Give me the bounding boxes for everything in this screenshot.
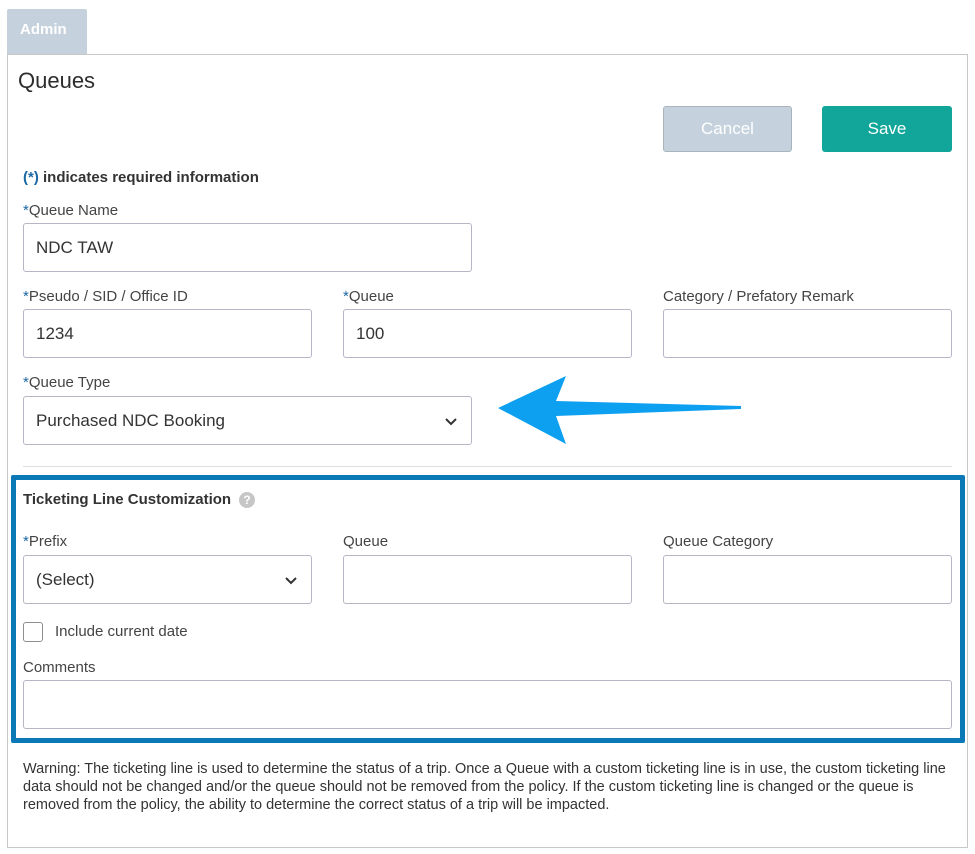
- prefix-label: *Prefix: [23, 533, 67, 550]
- ticketing-queue-label: Queue: [343, 533, 389, 550]
- tab-admin[interactable]: Admin: [7, 9, 87, 55]
- ticketing-section-title: Ticketing Line Customization ?: [23, 491, 256, 508]
- queue-label: *Queue: [343, 288, 394, 305]
- ticketing-queue-input[interactable]: [343, 555, 632, 604]
- prefix-value: (Select): [36, 569, 95, 589]
- chevron-down-icon: [445, 417, 457, 425]
- category-label: Category / Prefatory Remark: [663, 288, 854, 305]
- queue-name-input[interactable]: [23, 223, 472, 272]
- queue-name-label: *Queue Name: [23, 202, 118, 219]
- include-date-checkbox[interactable]: [23, 622, 43, 642]
- save-button[interactable]: Save: [822, 106, 952, 152]
- page-title: Queues: [18, 68, 96, 93]
- pseudo-label-text: Pseudo / SID / Office ID: [28, 288, 188, 305]
- prefix-select[interactable]: (Select): [23, 555, 312, 604]
- queue-label-text: Queue: [348, 288, 394, 305]
- required-note-text: indicates required information: [38, 169, 259, 186]
- comments-label: Comments: [23, 659, 96, 676]
- queue-name-label-text: Queue Name: [28, 202, 119, 219]
- arrow-annotation-icon: [498, 376, 741, 444]
- comments-input[interactable]: [23, 680, 952, 729]
- required-note: (*) indicates required information: [23, 169, 259, 186]
- required-note-star: (*): [23, 169, 39, 186]
- queue-type-value: Purchased NDC Booking: [36, 410, 225, 430]
- warning-text: Warning: The ticketing line is used to d…: [23, 761, 946, 813]
- queue-input[interactable]: [343, 309, 632, 358]
- ticketing-title-text: Ticketing Line Customization: [23, 491, 232, 508]
- divider: [23, 466, 952, 467]
- pseudo-input[interactable]: [23, 309, 312, 358]
- prefix-label-text: Prefix: [28, 533, 68, 550]
- queue-category-label: Queue Category: [663, 533, 774, 550]
- queue-type-select[interactable]: Purchased NDC Booking: [23, 396, 472, 445]
- queue-category-input[interactable]: [663, 555, 952, 604]
- queue-type-label-text: Queue Type: [28, 374, 111, 391]
- cancel-button[interactable]: Cancel: [663, 106, 792, 152]
- chevron-down-icon: [285, 576, 297, 584]
- include-date-label: Include current date: [55, 623, 188, 640]
- pseudo-label: *Pseudo / SID / Office ID: [23, 288, 188, 305]
- category-input[interactable]: [663, 309, 952, 358]
- question-mark-icon[interactable]: ?: [239, 491, 256, 508]
- queue-type-label: *Queue Type: [23, 374, 110, 391]
